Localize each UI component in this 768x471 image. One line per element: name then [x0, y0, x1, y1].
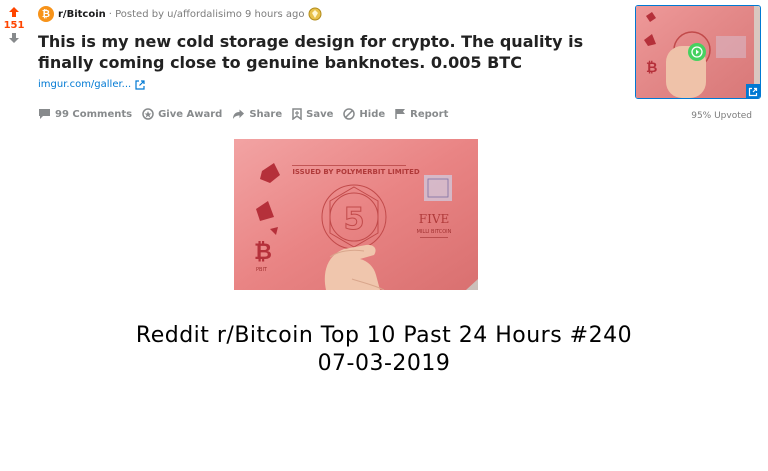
upvote-ratio: 95% Upvoted: [691, 111, 752, 121]
post-thumbnail[interactable]: ₿: [635, 5, 761, 99]
give-award-button[interactable]: Give Award: [142, 108, 222, 120]
bitcoin-subreddit-icon[interactable]: ₿: [38, 6, 54, 22]
share-button[interactable]: Share: [232, 109, 282, 120]
hide-label: Hide: [359, 108, 386, 120]
bitcoin-symbol: ₿: [254, 240, 272, 265]
external-link-icon: [135, 79, 145, 90]
award-icon: [308, 7, 322, 21]
denomination-sublabel: MILLI BITCOIN: [417, 229, 452, 235]
pbit-mark: PBIT: [256, 267, 268, 273]
link-text[interactable]: imgur.com/galler...: [38, 79, 131, 90]
play-icon[interactable]: [688, 43, 706, 61]
report-button[interactable]: Report: [395, 108, 448, 120]
save-button[interactable]: Save: [292, 108, 333, 120]
save-label: Save: [306, 108, 334, 120]
external-link[interactable]: imgur.com/galler...: [38, 79, 145, 90]
gift-award-icon: [142, 108, 154, 120]
post-image-banknote[interactable]: ISSUED BY POLYMERBIT LIMITED ₿ PBIT 5 FI…: [234, 139, 478, 290]
caption-line-1: Reddit r/Bitcoin Top 10 Past 24 Hours #2…: [135, 323, 633, 348]
posted-by-text: · Posted by u/affordalisimo 9 hours ago: [108, 8, 305, 20]
comment-icon: [39, 109, 50, 119]
share-icon: [233, 109, 245, 119]
post-meta: ₿ r/Bitcoin · Posted by u/affordalisimo …: [38, 5, 322, 23]
share-label: Share: [249, 108, 283, 120]
denomination-word: FIVE: [419, 212, 450, 226]
flag-icon: [395, 109, 406, 119]
banknote-issuer-text: ISSUED BY POLYMERBIT LIMITED: [292, 168, 420, 176]
subreddit-link[interactable]: r/Bitcoin: [58, 9, 106, 20]
post-title[interactable]: This is my new cold storage design for c…: [38, 31, 598, 73]
post-action-bar: 99 Comments Give Award Share Save Hide R…: [38, 108, 458, 120]
vote-column: 151: [3, 6, 25, 44]
comments-button[interactable]: 99 Comments: [38, 108, 132, 120]
banknote-image: ISSUED BY POLYMERBIT LIMITED ₿ PBIT 5 FI…: [234, 139, 478, 290]
upvote-arrow-icon[interactable]: [8, 6, 20, 18]
comments-label: 99 Comments: [55, 108, 133, 120]
hide-icon: [343, 108, 356, 120]
svg-text:₿: ₿: [646, 60, 657, 76]
downvote-arrow-icon[interactable]: [8, 32, 20, 44]
hide-button[interactable]: Hide: [343, 108, 385, 120]
vote-score: 151: [3, 20, 25, 31]
denomination-numeral: 5: [344, 202, 365, 237]
bookmark-icon: [292, 108, 302, 120]
thumbnail-external-link-icon[interactable]: [746, 84, 760, 98]
video-caption: Reddit r/Bitcoin Top 10 Past 24 Hours #2…: [0, 322, 768, 378]
caption-line-2: 07-03-2019: [317, 351, 451, 376]
report-label: Report: [410, 108, 449, 120]
give-award-label: Give Award: [158, 108, 223, 120]
